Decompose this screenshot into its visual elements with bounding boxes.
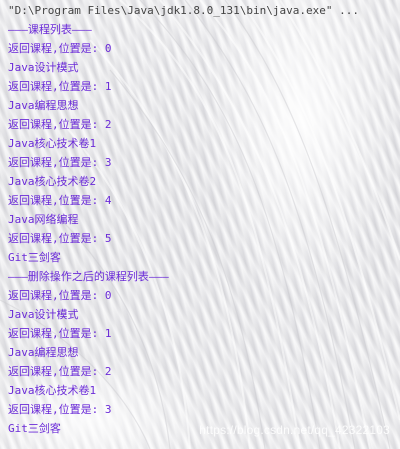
console-line: 返回课程,位置是: 2: [8, 365, 112, 378]
console-line: Java核心技术卷2: [8, 175, 97, 188]
console-line: Java核心技术卷1: [8, 137, 97, 150]
java-command-line: "D:\Program Files\Java\jdk1.8.0_131\bin\…: [8, 4, 359, 17]
console-line: Java设计模式: [8, 61, 79, 74]
console-line: Java编程思想: [8, 346, 79, 359]
console-line: Git三剑客: [8, 251, 61, 264]
console-line: Java核心技术卷1: [8, 384, 97, 397]
console-output-panel[interactable]: "D:\Program Files\Java\jdk1.8.0_131\bin\…: [0, 0, 400, 449]
console-line: 返回课程,位置是: 1: [8, 327, 112, 340]
console-line: 返回课程,位置是: 2: [8, 118, 112, 131]
console-line: Java设计模式: [8, 308, 79, 321]
console-line: Java编程思想: [8, 99, 79, 112]
console-line: 返回课程,位置是: 0: [8, 42, 112, 55]
console-line: 返回课程,位置是: 3: [8, 156, 112, 169]
console-line: ———删除操作之后的课程列表———: [8, 270, 169, 283]
console-line: 返回课程,位置是: 3: [8, 403, 112, 416]
console-line: Git三剑客: [8, 422, 61, 435]
console-line: 返回课程,位置是: 0: [8, 289, 112, 302]
console-line: Java网络编程: [8, 213, 79, 226]
console-line: 返回课程,位置是: 1: [8, 80, 112, 93]
console-line: 返回课程,位置是: 5: [8, 232, 112, 245]
console-line: 返回课程,位置是: 4: [8, 194, 112, 207]
csdn-watermark: https://blog.csdn.net/qq_42322103: [199, 423, 390, 437]
console-lines: ———课程列表——— 返回课程,位置是: 0 Java设计模式 返回课程,位置是…: [8, 20, 169, 438]
console-line: ———课程列表———: [8, 23, 92, 36]
